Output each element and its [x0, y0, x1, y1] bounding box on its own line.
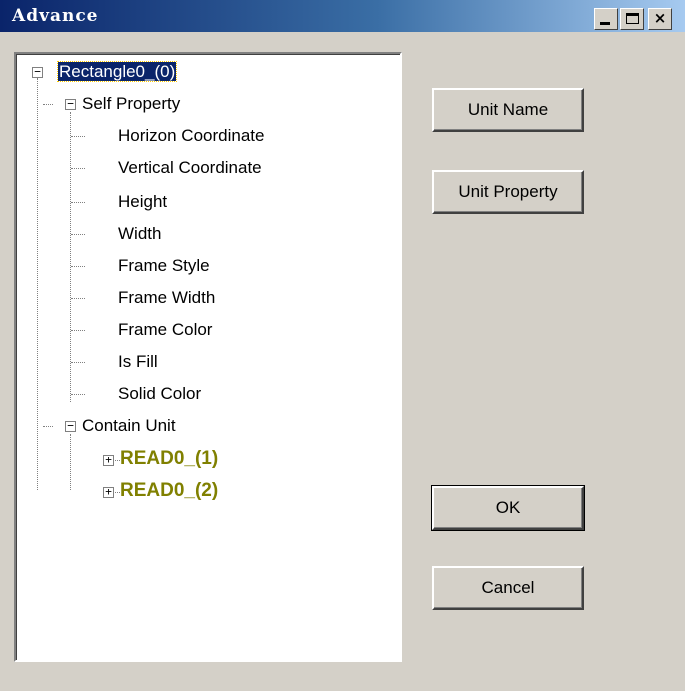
maximize-icon [626, 13, 639, 24]
tree-item-label: Height [118, 192, 168, 211]
minimize-button[interactable] [594, 8, 618, 30]
tree-item-frame-style[interactable]: Frame Style [118, 256, 210, 276]
unit-property-button[interactable]: Unit Property [432, 170, 584, 214]
cancel-button[interactable]: Cancel [432, 566, 584, 610]
collapse-contain-unit-icon[interactable]: − [65, 420, 76, 432]
tree-item-label: Vertical Coordinate [118, 158, 262, 177]
tree-item-label: Width [118, 224, 162, 243]
tree-node-label: Contain Unit [82, 416, 176, 435]
tree-item-label: Horizon Coordinate [118, 126, 265, 145]
tree-item-label: Frame Width [118, 288, 216, 307]
close-button[interactable]: × [648, 8, 672, 30]
tree-item-label: Solid Color [118, 384, 202, 403]
tree-node-contain-unit[interactable]: Contain Unit [82, 416, 176, 436]
tree-item-frame-width[interactable]: Frame Width [118, 288, 215, 308]
tree-item-label: Is Fill [118, 352, 158, 371]
tree-item-label: Frame Color [118, 320, 213, 339]
tree-item-is-fill[interactable]: Is Fill [118, 352, 158, 372]
tree-line-item [71, 234, 85, 235]
tree-node-self-property[interactable]: Self Property [82, 94, 180, 114]
tree-line-root [37, 78, 38, 490]
tree-line-contain-children [70, 434, 71, 490]
expand-unit-icon[interactable]: + [103, 454, 114, 466]
tree-line-contain-unit [43, 426, 53, 427]
tree-line-item [71, 202, 85, 203]
tree-item-height[interactable]: Height [118, 192, 167, 212]
tree-line-item [71, 136, 85, 137]
tree-line-item [71, 298, 85, 299]
tree-line-item [71, 266, 85, 267]
tree-node-unit[interactable]: READ0_(2) [120, 481, 218, 501]
tree-item-label: Frame Style [118, 256, 210, 275]
tree-node-unit-label: READ0_(1) [120, 448, 219, 469]
window-title: Advance [12, 6, 99, 26]
tree-node-root[interactable]: Rectangle0_(0) [56, 61, 178, 82]
advance-dialog: Advance × − Rectangle0_(0) − Self Proper… [0, 0, 685, 691]
tree-node-unit-label: READ0_(2) [120, 480, 219, 501]
ok-button[interactable]: OK [431, 485, 585, 531]
tree-item-vertical-coordinate[interactable]: Vertical Coordinate [118, 158, 262, 178]
tree-item-width[interactable]: Width [118, 224, 161, 244]
close-icon: × [653, 9, 667, 27]
tree-node-unit[interactable]: READ0_(1) [120, 449, 218, 469]
tree-item-frame-color[interactable]: Frame Color [118, 320, 212, 340]
tree-node-root-label: Rectangle0_(0) [56, 61, 178, 82]
tree-item-horizon-coordinate[interactable]: Horizon Coordinate [118, 126, 264, 146]
collapse-root-icon[interactable]: − [32, 66, 43, 78]
minimize-icon [600, 22, 610, 25]
unit-tree-view[interactable]: − Rectangle0_(0) − Self Property Horizon… [14, 52, 402, 662]
tree-line-item [71, 330, 85, 331]
unit-name-button[interactable]: Unit Name [432, 88, 584, 132]
tree-line-item [71, 168, 85, 169]
tree-line-self-property [43, 104, 53, 105]
tree-line-self-children [70, 112, 71, 402]
title-bar[interactable]: Advance × [0, 0, 685, 32]
tree-line-item [71, 362, 85, 363]
collapse-self-property-icon[interactable]: − [65, 98, 76, 110]
maximize-button[interactable] [620, 8, 644, 30]
tree-line-item [71, 394, 85, 395]
expand-unit-icon[interactable]: + [103, 486, 114, 498]
tree-item-solid-color[interactable]: Solid Color [118, 384, 201, 404]
tree-node-label: Self Property [82, 94, 181, 113]
